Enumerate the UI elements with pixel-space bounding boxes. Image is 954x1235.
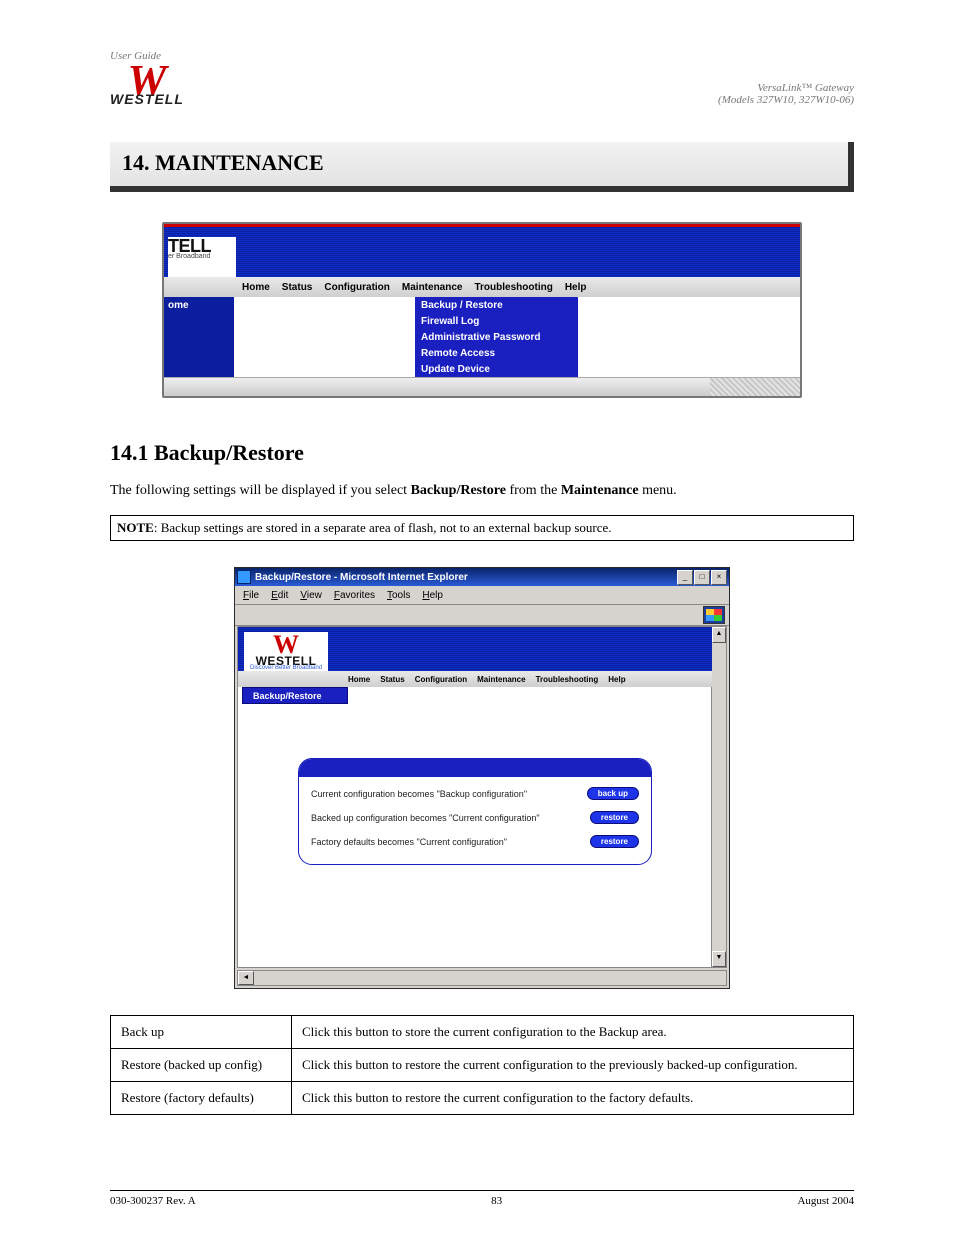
ie-h-scrollbar[interactable]: ◄ [237,970,727,986]
fig1-nav-help[interactable]: Help [565,282,587,293]
ie-menu-help[interactable]: Help [422,590,443,601]
fig1-dd-update-device[interactable]: Update Device [415,361,578,377]
fig1-dd-firewall-log[interactable]: Firewall Log [415,313,578,329]
card-row-restore-factory-text: Factory defaults becomes "Current config… [311,837,507,847]
maximize-icon[interactable]: □ [694,570,710,585]
header-right-line2: (Models 327W10, 327W10-06) [718,94,854,106]
footer-right: August 2004 [797,1195,854,1207]
ie-menu-tools[interactable]: Tools [387,590,410,601]
close-icon[interactable]: × [711,570,727,585]
logo-word: WESTELL [110,92,184,106]
fig1-nav-configuration[interactable]: Configuration [324,282,390,293]
card-row-restore-backup: Backed up configuration becomes "Current… [311,811,639,824]
def-term-0: Back up [111,1016,292,1049]
ie-title-bar[interactable]: Backup/Restore - Microsoft Internet Expl… [235,568,729,586]
p1d: Maintenance [561,483,639,498]
scroll-left-icon[interactable]: ◄ [238,971,254,985]
backup-restore-card: Current configuration becomes "Backup co… [298,758,652,865]
def-desc-2: Click this button to restore the current… [292,1082,854,1115]
fig1-nav-troubleshooting[interactable]: Troubleshooting [474,282,552,293]
fig1-brand-word: TELL [168,239,230,253]
fig1-maintenance-dropdown: Backup / Restore Firewall Log Administra… [415,297,578,377]
inner-brand: W WESTELL Discover Better Broadband [244,632,328,671]
fig1-resize-grip-icon[interactable] [710,378,800,396]
card-row-backup-text: Current configuration becomes "Backup co… [311,789,527,799]
note-text: : Backup settings are stored in a separa… [154,520,612,535]
backup-button[interactable]: back up [587,787,639,800]
fig1-brand-sub: er Broadband [168,254,230,260]
fig1-dd-backup-restore[interactable]: Backup / Restore [415,297,578,313]
inner-nav-configuration[interactable]: Configuration [415,675,467,684]
p1b: Backup/Restore [411,483,506,498]
fig1-sidebar-label: ome [168,300,189,311]
minimize-icon[interactable]: _ [677,570,693,585]
inner-logo-tagline: Discover Better Broadband [250,666,322,671]
westell-logo: W WESTELL [110,68,184,106]
section-title: 14. MAINTENANCE [110,142,854,192]
p1c: from the [509,483,560,498]
restore-backup-button[interactable]: restore [590,811,639,824]
def-term-2: Restore (factory defaults) [111,1082,292,1115]
ie-menu-favorites[interactable]: Favorites [334,590,375,601]
restore-factory-button[interactable]: restore [590,835,639,848]
table-row: Restore (factory defaults) Click this bu… [111,1082,854,1115]
p1e: menu. [642,483,677,498]
inner-nav-status[interactable]: Status [380,675,404,684]
ie-throbber-icon [703,606,725,624]
scroll-up-icon[interactable]: ▲ [712,627,726,643]
fig1-nav-status[interactable]: Status [282,282,313,293]
inner-nav-help[interactable]: Help [608,675,625,684]
subsection-title: 14.1 Backup/Restore [110,440,854,466]
card-row-backup: Current configuration becomes "Backup co… [311,787,639,800]
table-row: Back up Click this button to store the c… [111,1016,854,1049]
def-desc-1: Click this button to restore the current… [292,1049,854,1082]
note-box: NOTE: Backup settings are stored in a se… [110,515,854,541]
fig1-dd-admin-password[interactable]: Administrative Password [415,329,578,345]
ie-v-scrollbar[interactable]: ▲ ▼ [711,627,726,967]
inner-nav-maintenance[interactable]: Maintenance [477,675,525,684]
footer-center: 83 [491,1195,502,1207]
table-row: Restore (backed up config) Click this bu… [111,1049,854,1082]
fig1-dd-remote-access[interactable]: Remote Access [415,345,578,361]
inner-nav-home[interactable]: Home [348,675,370,684]
intro-paragraph: The following settings will be displayed… [110,482,854,501]
page-footer: 030-300237 Rev. A 83 August 2004 [110,1190,854,1207]
definition-table: Back up Click this button to store the c… [110,1015,854,1115]
p1a: The following settings will be displayed… [110,483,411,498]
section-banner: 14. MAINTENANCE [110,142,854,192]
inner-breadcrumb: Backup/Restore [242,687,348,704]
inner-nav: Home Status Configuration Maintenance Tr… [238,671,712,687]
scroll-down-icon[interactable]: ▼ [712,951,726,967]
ie-menu-file[interactable]: File [243,590,259,601]
footer-left: 030-300237 Rev. A [110,1195,196,1207]
fig1-brand: TELL er Broadband [168,237,236,277]
figure-maintenance-menu: TELL er Broadband Home Status Configurat… [162,222,802,398]
fig1-nav: Home Status Configuration Maintenance Tr… [164,277,800,297]
page-header: User Guide W WESTELL VersaLink™ Gateway … [110,50,854,106]
inner-nav-troubleshooting[interactable]: Troubleshooting [536,675,599,684]
fig1-sidebar: ome [164,297,234,377]
figure-backup-restore-window: Backup/Restore - Microsoft Internet Expl… [234,567,730,989]
def-desc-0: Click this button to store the current c… [292,1016,854,1049]
fig1-nav-maintenance[interactable]: Maintenance [402,282,463,293]
card-header [299,759,651,777]
def-term-1: Restore (backed up config) [111,1049,292,1082]
ie-client-area: ▲ ▼ W WESTELL Discover Better Broadband … [237,626,727,968]
card-row-restore-factory: Factory defaults becomes "Current config… [311,835,639,848]
inner-logo-mark-icon: W [273,634,299,656]
ie-menu-bar: File Edit View Favorites Tools Help [235,586,729,605]
ie-toolbar [235,605,729,626]
ie-menu-view[interactable]: View [300,590,322,601]
note-label: NOTE [117,520,154,535]
header-right-line1: VersaLink™ Gateway [718,82,854,94]
ie-app-icon [237,570,251,584]
fig1-nav-home[interactable]: Home [242,282,270,293]
ie-menu-edit[interactable]: Edit [271,590,288,601]
ie-title-text: Backup/Restore - Microsoft Internet Expl… [255,572,468,583]
card-row-restore-backup-text: Backed up configuration becomes "Current… [311,813,540,823]
